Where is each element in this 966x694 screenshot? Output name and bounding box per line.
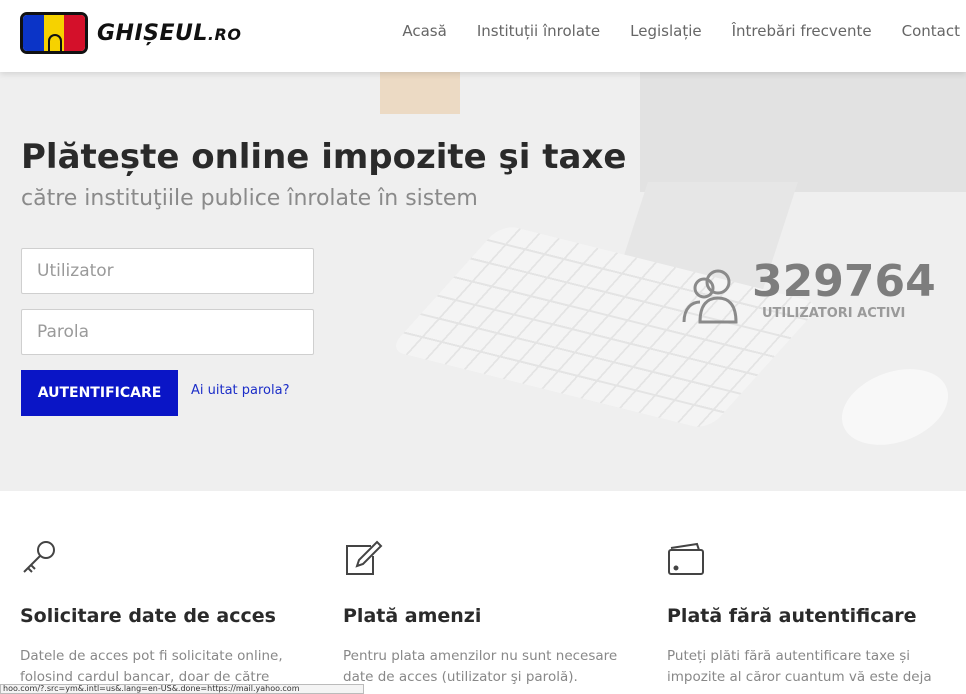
password-input[interactable] <box>21 309 314 355</box>
feature-text: Puteți plăti fără autentificare taxe și … <box>667 648 932 685</box>
users-icon <box>682 269 738 324</box>
hero-background-image <box>380 72 460 114</box>
username-input[interactable] <box>21 248 314 294</box>
feature-title: Solicitare date de acces <box>20 605 276 627</box>
main-nav: Acasă Instituții înrolate Legislație Înt… <box>372 22 960 40</box>
key-icon <box>23 541 55 573</box>
edit-icon <box>346 540 383 575</box>
site-header: GHIȘEUL.RO Acasă Instituții înrolate Leg… <box>0 0 966 72</box>
page-title: Plătește online impozite şi taxe <box>21 137 627 177</box>
logo-text: GHIȘEUL.RO <box>97 20 242 46</box>
nav-faq[interactable]: Întrebări frecvente <box>732 22 872 40</box>
feature-access-data: Solicitare date de acces Datele de acces… <box>20 538 310 685</box>
flag-logo-icon <box>20 12 88 54</box>
nav-home[interactable]: Acasă <box>402 22 446 40</box>
feature-title: Plată fără autentificare <box>667 605 917 627</box>
hero-background-image <box>640 72 966 192</box>
page-subtitle: către instituţiile publice înrolate în s… <box>21 186 478 211</box>
feature-title: Plată amenzi <box>343 605 482 627</box>
feature-text: Pentru plata amenzilor nu sunt necesare … <box>343 648 618 685</box>
browser-status-bar: hoo.com/?.src=ym&.intl=us&.lang=en-US&.d… <box>0 684 364 694</box>
nav-legislation[interactable]: Legislație <box>630 22 701 40</box>
nav-contact[interactable]: Contact <box>902 22 960 40</box>
active-users-count: 329764 <box>752 256 936 307</box>
feature-text: Datele de acces pot fi solicitate online… <box>20 648 283 685</box>
site-logo[interactable]: GHIȘEUL.RO <box>20 12 241 54</box>
feature-pay-without-login: Plată fără autentificare Puteți plăti fă… <box>667 538 957 685</box>
nav-institutions[interactable]: Instituții înrolate <box>477 22 600 40</box>
mouse-image <box>831 355 959 459</box>
feature-fines: Plată amenzi Pentru plata amenzilor nu s… <box>343 538 633 685</box>
wallet-icon <box>668 542 704 575</box>
active-users-label: UTILIZATORI ACTIVI <box>762 306 906 321</box>
forgot-password-link[interactable]: Ai uitat parola? <box>191 383 290 398</box>
login-button[interactable]: AUTENTIFICARE <box>21 370 178 416</box>
